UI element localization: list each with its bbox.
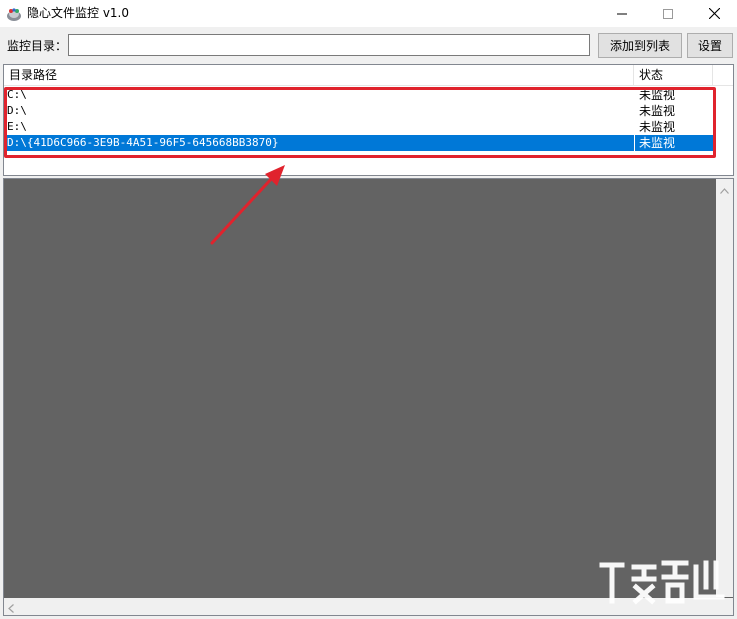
monitor-dir-input[interactable] [68,34,590,56]
row-path: D:\{41D6C966-3E9B-4A51-96F5-645668BB3870… [7,136,279,149]
settings-button[interactable]: 设置 [687,33,733,58]
close-icon [708,8,720,19]
table-row[interactable]: D:\ 未监视 [4,103,714,119]
maximize-button[interactable] [645,0,691,27]
minimize-button[interactable] [599,0,645,27]
column-separator [634,135,635,151]
column-header-path[interactable]: 目录路径 [4,65,634,85]
table-row-selected[interactable]: D:\{41D6C966-3E9B-4A51-96F5-645668BB3870… [4,135,714,151]
app-icon [6,6,22,22]
add-to-list-button[interactable]: 添加到列表 [598,33,682,58]
monitor-dir-label: 监控目录： [7,39,68,53]
scroll-left-arrow-icon[interactable] [8,602,14,616]
row-path: D:\ [7,104,27,117]
close-button[interactable] [691,0,737,27]
main-panel: 监控目录： 添加到列表 设置 目录路径 状态 C:\ 未监视 D:\ 未监视 E… [0,27,737,619]
table-row[interactable]: E:\ 未监视 [4,119,714,135]
row-status: 未监视 [639,104,676,118]
row-status: 未监视 [639,120,676,134]
download-site-logo [599,560,725,605]
directory-list[interactable]: 目录路径 状态 C:\ 未监视 D:\ 未监视 E:\ 未监视 D:\{41D6… [3,64,734,176]
column-header-status[interactable]: 状态 [634,65,713,85]
row-status: 未监视 [639,88,676,102]
output-panel[interactable] [3,178,734,616]
annotation-arrow-icon [210,165,285,245]
row-path: E:\ [7,120,27,133]
title-bar: 隐心文件监控 v1.0 [0,0,737,27]
scroll-up-arrow-icon[interactable] [720,183,729,197]
maximize-icon [663,8,673,19]
row-status: 未监视 [639,136,676,150]
window-title: 隐心文件监控 v1.0 [27,6,130,20]
vertical-scrollbar[interactable] [716,179,733,597]
list-header: 目录路径 状态 [4,65,733,86]
table-row[interactable]: C:\ 未监视 [4,87,714,103]
minimize-icon [617,9,627,19]
row-path: C:\ [7,88,27,101]
